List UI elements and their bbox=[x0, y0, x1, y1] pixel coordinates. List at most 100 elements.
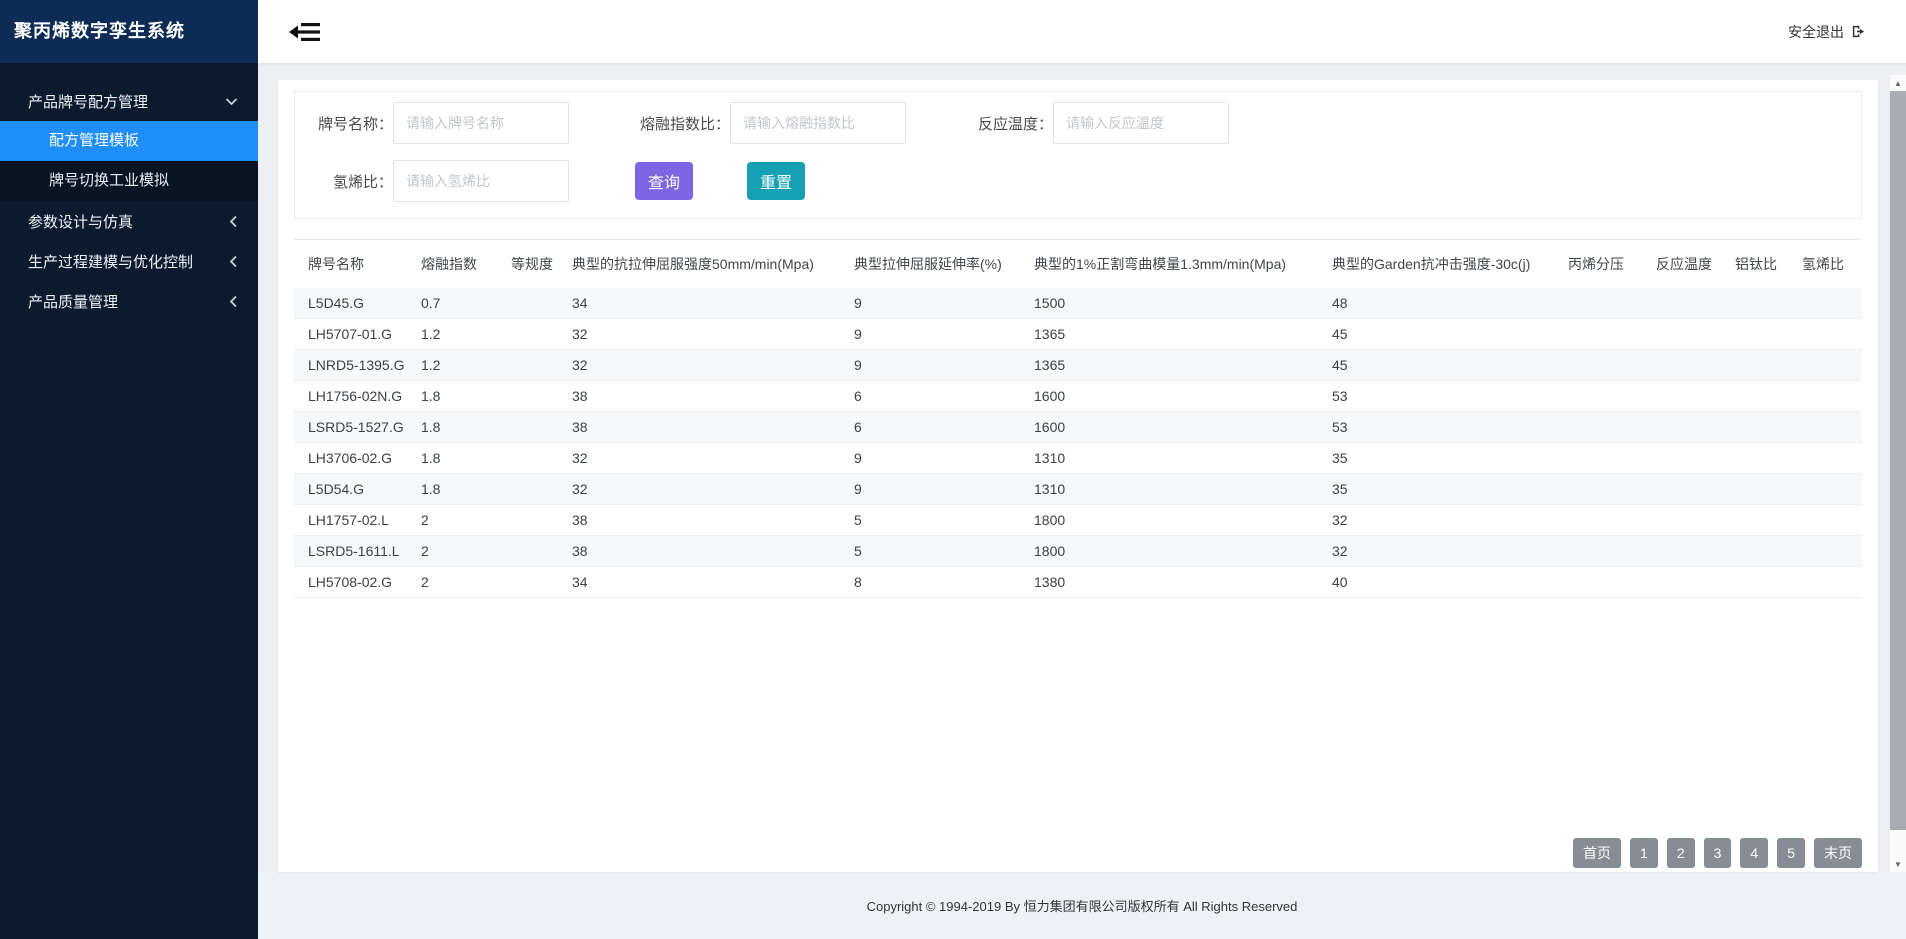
table-cell: 32 bbox=[564, 350, 846, 381]
chevron-left-icon bbox=[229, 255, 238, 268]
sidebar-item[interactable]: 生产过程建模与优化控制 bbox=[0, 241, 258, 281]
main-column: 安全退出 牌号名称： 熔融指数比： 反应温度： 氢烯比： 查询 重置 bbox=[258, 0, 1906, 939]
search-input-3[interactable] bbox=[393, 160, 569, 202]
column-header: 典型的Garden抗冲击强度-30c(j) bbox=[1324, 240, 1560, 288]
table-cell bbox=[1648, 474, 1727, 505]
table-cell: 6 bbox=[846, 381, 1026, 412]
table-cell bbox=[503, 350, 564, 381]
table-cell bbox=[1727, 536, 1794, 567]
table-cell: 32 bbox=[1324, 505, 1560, 536]
search-field: 氢烯比： bbox=[311, 160, 569, 202]
sidebar-collapse-icon[interactable] bbox=[288, 18, 324, 46]
column-header: 铝钛比 bbox=[1727, 240, 1794, 288]
field-label: 熔融指数比： bbox=[634, 113, 730, 134]
pagination-page-button[interactable]: 5 bbox=[1777, 838, 1805, 868]
table-cell: 2 bbox=[413, 505, 503, 536]
search-field: 牌号名称： bbox=[311, 102, 569, 144]
pagination-first-button[interactable]: 首页 bbox=[1573, 838, 1621, 868]
table-cell bbox=[1560, 288, 1648, 319]
table-cell bbox=[503, 536, 564, 567]
table-cell: 9 bbox=[846, 288, 1026, 319]
results-table: 牌号名称熔融指数等规度典型的抗拉伸屈服强度50mm/min(Mpa)典型拉伸屈服… bbox=[294, 239, 1862, 598]
query-button[interactable]: 查询 bbox=[635, 162, 693, 200]
sidebar-item[interactable]: 产品质量管理 bbox=[0, 281, 258, 321]
search-input-1[interactable] bbox=[730, 102, 906, 144]
table-cell bbox=[1727, 319, 1794, 350]
top-header: 安全退出 bbox=[258, 0, 1906, 63]
table-cell bbox=[503, 567, 564, 598]
table-cell bbox=[1648, 350, 1727, 381]
column-header: 反应温度 bbox=[1648, 240, 1727, 288]
table-cell bbox=[1794, 381, 1862, 412]
pagination-last-button[interactable]: 末页 bbox=[1814, 838, 1862, 868]
table-cell: 53 bbox=[1324, 412, 1560, 443]
sidebar-menu: 产品牌号配方管理配方管理模板牌号切换工业模拟参数设计与仿真生产过程建模与优化控制… bbox=[0, 63, 258, 321]
table-cell bbox=[503, 381, 564, 412]
table-cell: 45 bbox=[1324, 319, 1560, 350]
sidebar-item-label: 生产过程建模与优化控制 bbox=[28, 251, 193, 272]
table-cell: 1.8 bbox=[413, 412, 503, 443]
table-cell: 2 bbox=[413, 536, 503, 567]
column-header: 典型的1%正割弯曲模量1.3mm/min(Mpa) bbox=[1026, 240, 1324, 288]
table-cell: 35 bbox=[1324, 443, 1560, 474]
chevron-left-icon bbox=[229, 295, 238, 308]
pagination: 首页 12345 末页 bbox=[1573, 838, 1862, 868]
table-cell: 34 bbox=[564, 288, 846, 319]
scroll-up-arrow[interactable]: ▲ bbox=[1890, 75, 1906, 91]
table-cell: L5D45.G bbox=[294, 288, 413, 319]
table-cell bbox=[1794, 412, 1862, 443]
table-cell: 48 bbox=[1324, 288, 1560, 319]
table-cell: 1.2 bbox=[413, 319, 503, 350]
table-cell: 8 bbox=[846, 567, 1026, 598]
sidebar-item[interactable]: 产品牌号配方管理 bbox=[0, 81, 258, 121]
main-panel: 牌号名称： 熔融指数比： 反应温度： 氢烯比： 查询 重置 牌号名称熔融指数等规度典… bbox=[278, 80, 1878, 872]
table-row: LNRD5-1395.G1.2329136545 bbox=[294, 350, 1862, 381]
vertical-scrollbar: ▲ ▼ bbox=[1890, 75, 1906, 872]
search-field: 反应温度： bbox=[971, 102, 1229, 144]
table-cell bbox=[503, 505, 564, 536]
table-cell: LH5708-02.G bbox=[294, 567, 413, 598]
table-cell: LH3706-02.G bbox=[294, 443, 413, 474]
pagination-page-button[interactable]: 3 bbox=[1704, 838, 1732, 868]
table-cell bbox=[1727, 567, 1794, 598]
table-cell: 38 bbox=[564, 412, 846, 443]
table-cell bbox=[1560, 319, 1648, 350]
search-input-0[interactable] bbox=[393, 102, 569, 144]
logout-button[interactable]: 安全退出 bbox=[1788, 22, 1866, 42]
table-cell: 2 bbox=[413, 567, 503, 598]
table-cell bbox=[1727, 443, 1794, 474]
table-cell bbox=[1648, 412, 1727, 443]
scroll-down-arrow[interactable]: ▼ bbox=[1890, 856, 1906, 872]
pagination-page-button[interactable]: 1 bbox=[1630, 838, 1658, 868]
reset-button[interactable]: 重置 bbox=[747, 162, 805, 200]
scroll-thumb[interactable] bbox=[1890, 91, 1906, 830]
table-cell bbox=[1794, 319, 1862, 350]
pagination-page-button[interactable]: 4 bbox=[1740, 838, 1768, 868]
table-cell: 38 bbox=[564, 505, 846, 536]
table-cell bbox=[503, 443, 564, 474]
table-cell: 5 bbox=[846, 505, 1026, 536]
logout-label: 安全退出 bbox=[1788, 22, 1844, 42]
pagination-page-button[interactable]: 2 bbox=[1667, 838, 1695, 868]
table-cell bbox=[1560, 505, 1648, 536]
sidebar-item[interactable]: 参数设计与仿真 bbox=[0, 201, 258, 241]
table-cell: 53 bbox=[1324, 381, 1560, 412]
column-header: 熔融指数 bbox=[413, 240, 503, 288]
table-cell bbox=[1560, 567, 1648, 598]
table-body: L5D45.G0.7349150048LH5707-01.G1.23291365… bbox=[294, 288, 1862, 598]
sidebar-subitem[interactable]: 配方管理模板 bbox=[0, 121, 258, 161]
column-header: 牌号名称 bbox=[294, 240, 413, 288]
table-cell: 9 bbox=[846, 350, 1026, 381]
table-cell bbox=[1727, 412, 1794, 443]
search-input-2[interactable] bbox=[1053, 102, 1229, 144]
table-cell: 45 bbox=[1324, 350, 1560, 381]
sidebar-subitem[interactable]: 牌号切换工业模拟 bbox=[0, 161, 258, 201]
table-cell: 1600 bbox=[1026, 381, 1324, 412]
table-cell: 1.8 bbox=[413, 381, 503, 412]
table-cell bbox=[1648, 288, 1727, 319]
table-cell bbox=[1560, 443, 1648, 474]
table-row: LH5708-02.G2348138040 bbox=[294, 567, 1862, 598]
search-form-row-2: 氢烯比： 查询 重置 bbox=[311, 160, 1861, 202]
table-cell bbox=[1560, 350, 1648, 381]
table-cell bbox=[1648, 319, 1727, 350]
